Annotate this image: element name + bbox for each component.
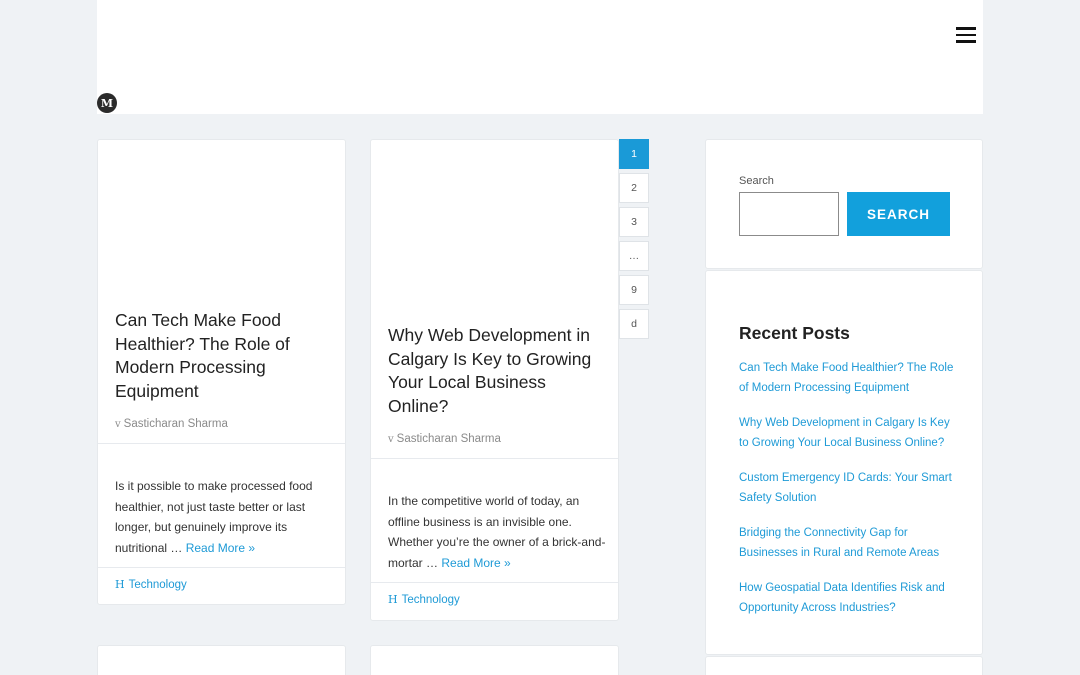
post-card: Can Tech Make Food Healthier? The Role o… (97, 139, 346, 605)
divider (98, 443, 345, 444)
search-button[interactable]: SEARCH (847, 192, 950, 236)
page-button-3[interactable]: 3 (619, 207, 649, 237)
page-button-2[interactable]: 2 (619, 173, 649, 203)
post-category[interactable]: H Technology (115, 578, 187, 591)
post-excerpt: Is it possible to make processed food he… (115, 476, 335, 558)
post-card (97, 645, 346, 675)
post-author[interactable]: v Sasticharan Sharma (115, 418, 228, 430)
recent-posts-widget: Recent Posts Can Tech Make Food Healthie… (705, 270, 983, 655)
post-author-name: Sasticharan Sharma (123, 418, 228, 430)
divider (371, 458, 618, 459)
folder-icon: H (388, 593, 398, 606)
read-more-link[interactable]: Read More » (186, 541, 255, 555)
recent-post-link[interactable]: Can Tech Make Food Healthier? The Role o… (739, 359, 954, 398)
divider (371, 582, 618, 583)
site-logo[interactable]: M (97, 93, 117, 113)
search-widget: Search SEARCH (705, 139, 983, 269)
post-category-label: Technology (401, 594, 460, 606)
recent-post-link[interactable]: Custom Emergency ID Cards: Your Smart Sa… (739, 469, 954, 508)
folder-icon: H (115, 578, 125, 591)
post-excerpt: In the competitive world of today, an of… (388, 491, 608, 573)
recent-post-link[interactable]: Bridging the Connectivity Gap for Busine… (739, 524, 954, 563)
post-title[interactable]: Why Web Development in Calgary Is Key to… (388, 324, 608, 419)
read-more-link[interactable]: Read More » (441, 556, 510, 570)
post-category[interactable]: H Technology (388, 593, 460, 606)
recent-posts-list: Can Tech Make Food Healthier? The Role o… (739, 359, 954, 634)
next-page-button[interactable]: d (619, 309, 649, 339)
site-header (97, 0, 983, 114)
hamburger-menu-icon[interactable] (956, 26, 976, 44)
recent-post-link[interactable]: How Geospatial Data Identifies Risk and … (739, 579, 954, 618)
divider (98, 567, 345, 568)
page-button-9[interactable]: 9 (619, 275, 649, 305)
recent-posts-title: Recent Posts (739, 323, 850, 343)
page-ellipsis: … (619, 241, 649, 271)
user-icon: v (388, 434, 394, 445)
post-author-name: Sasticharan Sharma (396, 433, 501, 445)
search-input[interactable] (739, 192, 839, 236)
post-card: Why Web Development in Calgary Is Key to… (370, 139, 619, 621)
user-icon: v (115, 419, 121, 430)
post-card (370, 645, 619, 675)
recent-post-link[interactable]: Why Web Development in Calgary Is Key to… (739, 414, 954, 453)
post-title[interactable]: Can Tech Make Food Healthier? The Role o… (115, 309, 335, 404)
search-label: Search (739, 175, 774, 187)
post-category-label: Technology (128, 579, 187, 591)
page-button-1[interactable]: 1 (619, 139, 649, 169)
post-author[interactable]: v Sasticharan Sharma (388, 433, 501, 445)
sidebar-widget (705, 656, 983, 675)
